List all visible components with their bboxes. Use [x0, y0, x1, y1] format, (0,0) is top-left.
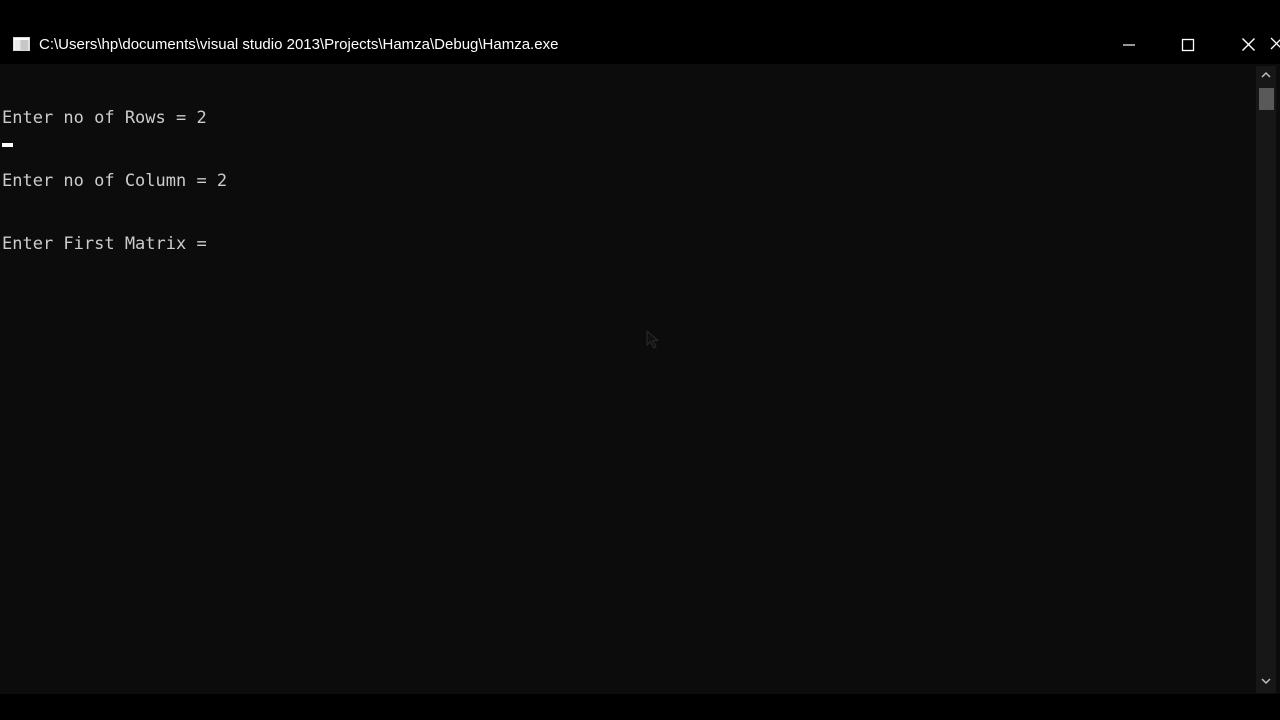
scroll-up-icon[interactable] — [1259, 68, 1273, 82]
partial-close-icon — [1270, 37, 1280, 50]
scroll-down-icon[interactable] — [1259, 674, 1273, 688]
console-window: C:\Users\hp\documents\visual studio 2013… — [0, 25, 1280, 694]
mouse-pointer-icon — [646, 330, 660, 349]
maximize-icon — [1181, 38, 1195, 51]
vertical-scrollbar[interactable] — [1256, 66, 1276, 693]
console-line: Enter no of Rows = 2 — [2, 108, 207, 128]
window-title: C:\Users\hp\documents\visual studio 2013… — [39, 36, 559, 53]
console-line: Enter First Matrix = — [2, 234, 207, 254]
console-line: Enter no of Column = 2 — [2, 171, 228, 191]
close-icon — [1241, 38, 1255, 51]
title-bar[interactable]: C:\Users\hp\documents\visual studio 2013… — [0, 25, 1280, 64]
close-button[interactable] — [1219, 25, 1277, 64]
minimize-button[interactable] — [1100, 25, 1158, 64]
text-cursor — [2, 143, 13, 147]
maximize-button[interactable] — [1159, 25, 1217, 64]
console-app-icon — [13, 37, 30, 51]
minimize-icon — [1123, 43, 1135, 46]
console-output[interactable]: Enter no of Rows = 2 Enter no of Column … — [2, 66, 1252, 690]
scroll-thumb[interactable] — [1259, 88, 1274, 110]
